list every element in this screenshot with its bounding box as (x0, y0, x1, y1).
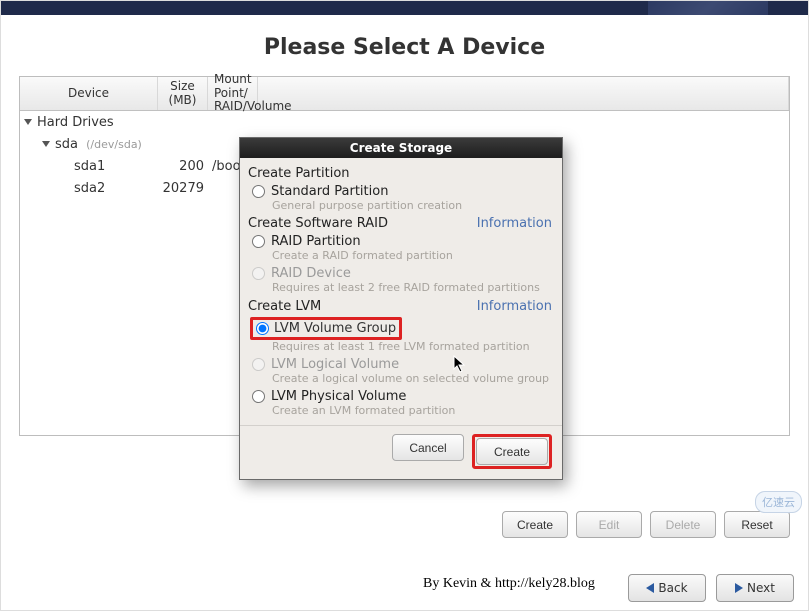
radio-input (252, 267, 265, 280)
edit-button: Edit (576, 511, 642, 538)
option-desc: Create a RAID formated partition (272, 249, 552, 262)
reset-button[interactable]: Reset (724, 511, 790, 538)
radio-input[interactable] (252, 185, 265, 198)
page-header: Please Select A Device (1, 15, 808, 76)
radio-input (252, 358, 265, 371)
radio-raid-partition[interactable]: RAID Partition (252, 234, 552, 249)
chevron-down-icon[interactable] (24, 119, 32, 125)
tree-root[interactable]: Hard Drives (20, 111, 789, 133)
option-desc: Create a logical volume on selected volu… (272, 372, 552, 385)
lvm-info-link[interactable]: Information (477, 299, 552, 314)
dialog-create-button[interactable]: Create (476, 438, 548, 465)
section-create-lvm: Create LVM Information (248, 299, 552, 314)
arrow-right-icon (735, 583, 743, 593)
option-desc: Requires at least 2 free RAID formated p… (272, 281, 552, 294)
table-header: Device Size (MB) Mount Point/ RAID/Volum… (20, 77, 789, 111)
radio-lvm-volume-group[interactable] (256, 322, 269, 335)
option-desc: General purpose partition creation (272, 199, 552, 212)
chevron-down-icon[interactable] (42, 141, 50, 147)
col-size[interactable]: Size (MB) (158, 77, 208, 110)
main-button-row: Create Edit Delete Reset (502, 511, 790, 538)
col-mount[interactable]: Mount Point/ RAID/Volume (208, 77, 258, 110)
radio-lvm-volume-group-highlight: LVM Volume Group (250, 317, 402, 340)
option-desc: Requires at least 1 free LVM formated pa… (272, 340, 552, 353)
provider-badge: 亿速云 (755, 491, 802, 513)
wizard-nav: Back Next (628, 574, 794, 602)
create-storage-dialog: Create Storage Create Partition Standard… (239, 137, 563, 480)
option-desc: Create an LVM formated partition (272, 404, 552, 417)
section-create-partition: Create Partition (248, 166, 552, 181)
dialog-create-highlight: Create (472, 434, 552, 469)
delete-button: Delete (650, 511, 716, 538)
dialog-button-row: Cancel Create (240, 425, 562, 479)
footer-credit: By Kevin & http://kely28.blog (423, 576, 595, 592)
section-create-raid: Create Software RAID Information (248, 216, 552, 231)
back-button[interactable]: Back (628, 574, 706, 602)
next-button[interactable]: Next (716, 574, 794, 602)
dialog-cancel-button[interactable]: Cancel (392, 434, 464, 461)
create-button[interactable]: Create (502, 511, 568, 538)
raid-info-link[interactable]: Information (477, 216, 552, 231)
radio-raid-device: RAID Device (252, 266, 552, 281)
radio-input[interactable] (252, 235, 265, 248)
col-rest (258, 77, 789, 110)
dialog-title: Create Storage (240, 138, 562, 158)
radio-input[interactable] (252, 390, 265, 403)
radio-lvm-logical-volume: LVM Logical Volume (252, 357, 552, 372)
arrow-left-icon (646, 583, 654, 593)
window-topbar (1, 1, 808, 15)
col-device[interactable]: Device (20, 77, 158, 110)
radio-lvm-physical-volume[interactable]: LVM Physical Volume (252, 389, 552, 404)
radio-standard-partition[interactable]: Standard Partition (252, 184, 552, 199)
page-title: Please Select A Device (1, 35, 808, 60)
